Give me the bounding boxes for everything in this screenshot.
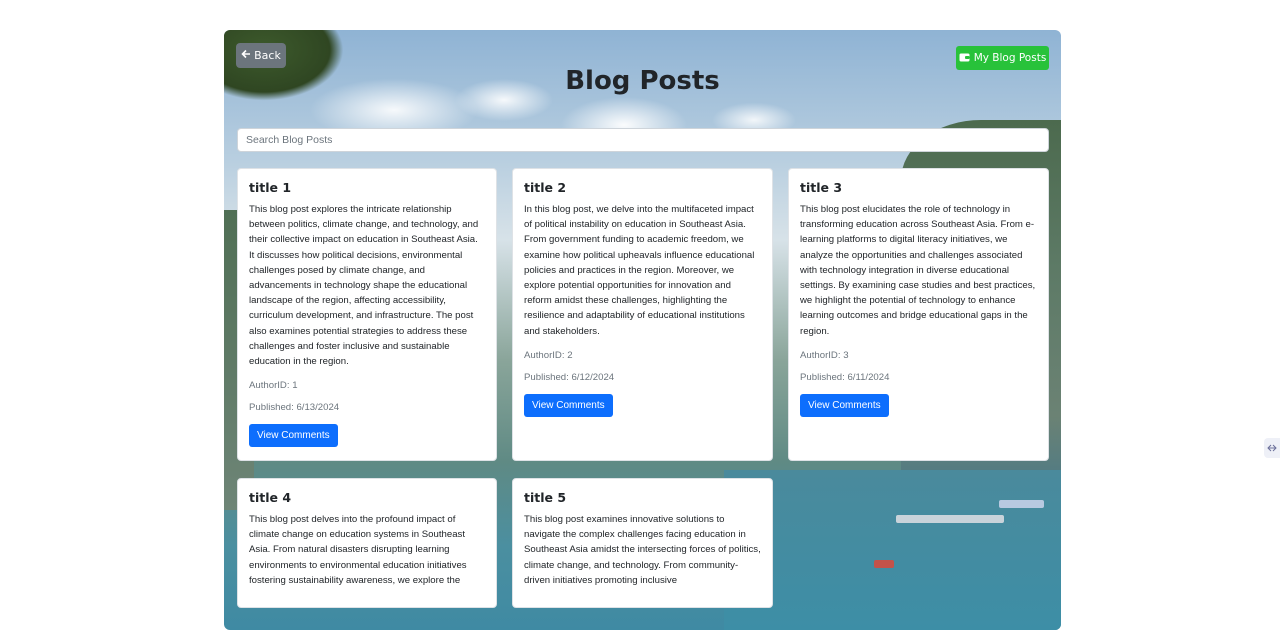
post-published-date: Published: 6/12/2024 (524, 371, 615, 383)
view-comments-button[interactable]: View Comments (524, 393, 613, 417)
view-comments-button[interactable]: View Comments (800, 393, 889, 417)
blog-post-card: title 3 This blog post elucidates the ro… (788, 168, 1049, 461)
back-button-label: Back (254, 49, 281, 62)
background-boat (896, 515, 1004, 523)
post-body: This blog post examines innovative solut… (524, 514, 761, 586)
my-blog-posts-label: My Blog Posts (973, 52, 1047, 64)
post-author: AuthorID: 3 (800, 349, 849, 361)
arrow-left-icon (241, 49, 251, 62)
post-title: title 3 (800, 180, 843, 195)
post-title: title 4 (249, 490, 292, 505)
post-body: This blog post explores the intricate re… (249, 204, 479, 368)
post-published-date: Published: 6/13/2024 (249, 402, 340, 414)
background-boat (999, 500, 1044, 508)
blog-post-card: title 5 This blog post examines innovati… (512, 478, 773, 608)
post-title: title 2 (524, 180, 567, 195)
view-comments-button[interactable]: View Comments (249, 424, 338, 448)
page-title: Blog Posts (565, 66, 720, 96)
post-body: This blog post elucidates the role of te… (800, 204, 1036, 337)
blog-post-card: title 1 This blog post explores the intr… (237, 168, 497, 461)
blog-post-card: title 4 This blog post delves into the p… (237, 478, 497, 608)
background-water (724, 470, 1061, 630)
post-body: This blog post delves into the profound … (249, 514, 467, 586)
blog-post-card: title 2 In this blog post, we delve into… (512, 168, 773, 461)
post-author: AuthorID: 1 (249, 380, 298, 392)
post-body: In this blog post, we delve into the mul… (524, 204, 755, 337)
post-title: title 5 (524, 490, 567, 505)
back-button[interactable]: Back (236, 43, 286, 68)
post-title: title 1 (249, 180, 292, 195)
post-published-date: Published: 6/11/2024 (800, 371, 890, 383)
wallet-icon (959, 52, 970, 65)
post-author: AuthorID: 2 (524, 349, 573, 361)
extension-tab-icon[interactable] (1264, 438, 1280, 458)
search-input[interactable] (237, 128, 1049, 152)
background-boat (874, 560, 894, 568)
